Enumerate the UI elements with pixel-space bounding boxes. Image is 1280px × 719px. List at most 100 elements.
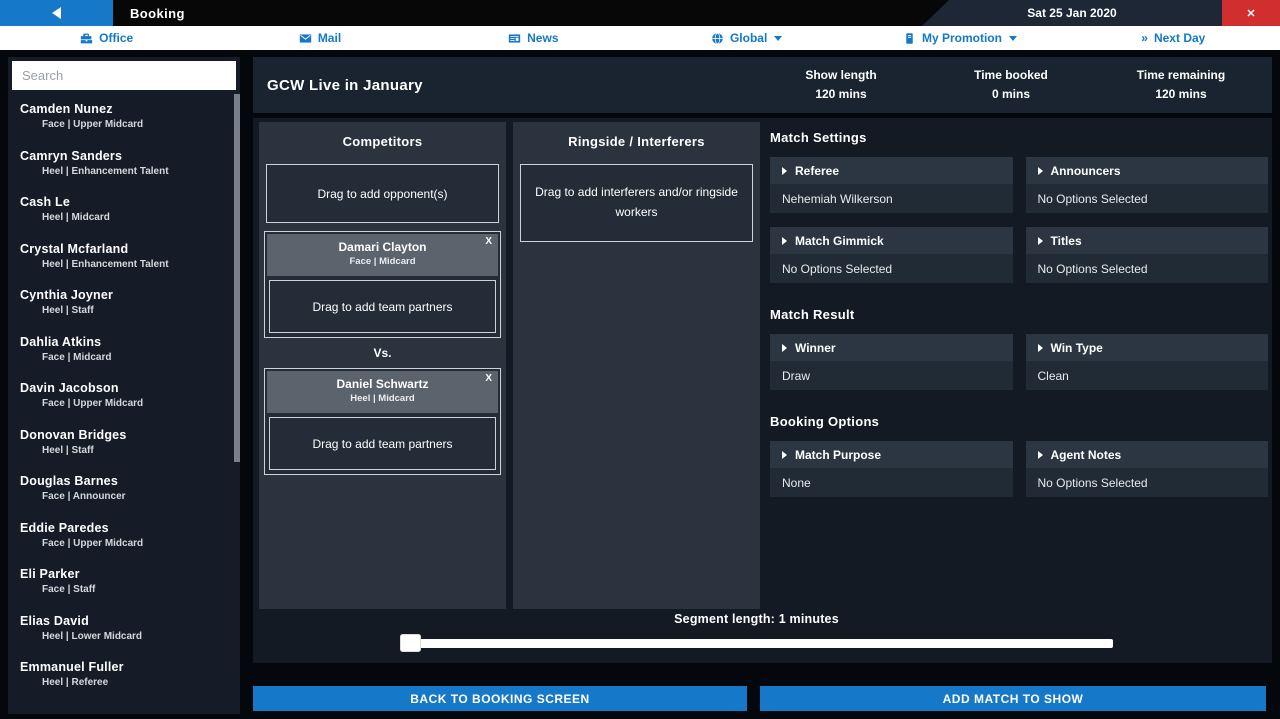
- setting-agent-notes[interactable]: Agent Notes No Options Selected: [1026, 441, 1269, 497]
- setting-label-row: Winner: [770, 334, 1013, 361]
- wrestler-role: Heel | Referee: [20, 677, 240, 688]
- wrestler-role: Heel | Midcard: [20, 212, 240, 223]
- setting-announcers[interactable]: Announcers No Options Selected: [1026, 157, 1269, 213]
- slider-handle[interactable]: [400, 634, 421, 652]
- nav-label: My Promotion: [922, 31, 1002, 45]
- setting-label: Winner: [795, 341, 836, 355]
- wrestler-role: Face | Upper Midcard: [20, 398, 240, 409]
- add-ringside-dropzone[interactable]: Drag to add interferers and/or ringside …: [520, 164, 753, 242]
- nav-item-next-day[interactable]: » Next Day: [1067, 26, 1280, 50]
- match-settings-cards: Referee Nehemiah Wilkerson Announcers No…: [770, 157, 1268, 283]
- show-stat: Time booked 0 mins: [926, 66, 1096, 103]
- setting-winner[interactable]: Winner Draw: [770, 334, 1013, 390]
- wrestler-role: Face | Announcer: [20, 491, 240, 502]
- setting-label-row: Match Gimmick: [770, 227, 1013, 254]
- settings-column: Match Settings Referee Nehemiah Wilkerso…: [770, 118, 1268, 497]
- wrestler-role: Heel | Staff: [20, 445, 240, 456]
- triangle-right-icon: [1038, 344, 1043, 352]
- wrestler-name: Elias David: [20, 614, 240, 628]
- section-title-match-result: Match Result: [770, 307, 1268, 322]
- team-member-card[interactable]: Daniel Schwartz Heel | Midcard X: [267, 371, 498, 413]
- roster-item[interactable]: Eli Parker Face | Staff: [8, 559, 240, 606]
- competitors-panel: Competitors Drag to add opponent(s) Dama…: [259, 122, 506, 609]
- remove-member-button[interactable]: X: [485, 236, 492, 247]
- member-name: Daniel Schwartz: [267, 377, 498, 391]
- setting-match-gimmick[interactable]: Match Gimmick No Options Selected: [770, 227, 1013, 283]
- stat-value: 120 mins: [1096, 85, 1266, 104]
- roster-item[interactable]: Camryn Sanders Heel | Enhancement Talent: [8, 141, 240, 188]
- wrestler-name: Davin Jacobson: [20, 381, 240, 395]
- team-group-2: Daniel Schwartz Heel | Midcard X Drag to…: [264, 368, 501, 475]
- setting-value: Draw: [770, 361, 1013, 390]
- globe-icon: [711, 32, 724, 45]
- search-input[interactable]: [12, 61, 236, 90]
- nav-item-office[interactable]: Office: [0, 26, 213, 50]
- setting-win-type[interactable]: Win Type Clean: [1026, 334, 1269, 390]
- slider-track[interactable]: [400, 639, 1113, 648]
- add-partner-dropzone[interactable]: Drag to add team partners: [269, 417, 496, 470]
- setting-label-row: Match Purpose: [770, 441, 1013, 468]
- sidebar-scrollbar[interactable]: [234, 94, 240, 462]
- add-match-to-show-button[interactable]: ADD MATCH TO SHOW: [760, 686, 1266, 711]
- wrestler-name: Douglas Barnes: [20, 474, 240, 488]
- roster-item[interactable]: Dahlia Atkins Face | Midcard: [8, 327, 240, 374]
- wrestler-role: Heel | Staff: [20, 305, 240, 316]
- roster-item[interactable]: Cash Le Heel | Midcard: [8, 187, 240, 234]
- roster-item[interactable]: Crystal Mcfarland Heel | Enhancement Tal…: [8, 234, 240, 281]
- segment-length-label: Segment length: 1 minutes: [400, 612, 1113, 626]
- back-to-booking-button[interactable]: BACK TO BOOKING SCREEN: [253, 686, 747, 711]
- setting-label: Agent Notes: [1051, 448, 1122, 462]
- titlebar: Booking Sat 25 Jan 2020 ✕: [0, 0, 1280, 26]
- wrestler-role: Face | Upper Midcard: [20, 119, 240, 130]
- wrestler-role: Heel | Enhancement Talent: [20, 259, 240, 270]
- close-button[interactable]: ✕: [1222, 0, 1280, 26]
- setting-value: No Options Selected: [1026, 254, 1269, 283]
- nav-label: Global: [730, 31, 767, 45]
- setting-label-row: Agent Notes: [1026, 441, 1269, 468]
- wrestler-name: Eli Parker: [20, 567, 240, 581]
- team-group-1: Damari Clayton Face | Midcard X Drag to …: [264, 231, 501, 338]
- nav-item-news[interactable]: News: [427, 26, 640, 50]
- roster-item[interactable]: Eddie Paredes Face | Upper Midcard: [8, 513, 240, 560]
- wrestler-role: Face | Upper Midcard: [20, 538, 240, 549]
- wrestler-role: Face | Staff: [20, 584, 240, 595]
- setting-titles[interactable]: Titles No Options Selected: [1026, 227, 1269, 283]
- competitors-header: Competitors: [259, 122, 506, 158]
- nav-item-mail[interactable]: Mail: [213, 26, 426, 50]
- roster-item[interactable]: Cynthia Joyner Heel | Staff: [8, 280, 240, 327]
- setting-referee[interactable]: Referee Nehemiah Wilkerson: [770, 157, 1013, 213]
- add-partner-dropzone[interactable]: Drag to add team partners: [269, 280, 496, 333]
- wrestler-name: Dahlia Atkins: [20, 335, 240, 349]
- wrestler-name: Cynthia Joyner: [20, 288, 240, 302]
- remove-member-button[interactable]: X: [485, 373, 492, 384]
- setting-label: Match Gimmick: [795, 234, 884, 248]
- roster-list: Camden Nunez Face | Upper Midcard Camryn…: [8, 94, 240, 699]
- triangle-right-icon: [1038, 451, 1043, 459]
- roster-item[interactable]: Donovan Bridges Heel | Staff: [8, 420, 240, 467]
- stat-label: Time booked: [926, 66, 1096, 85]
- stat-value: 120 mins: [756, 85, 926, 104]
- member-role: Heel | Midcard: [267, 393, 498, 404]
- chevron-down-icon: [1009, 36, 1017, 41]
- setting-match-purpose[interactable]: Match Purpose None: [770, 441, 1013, 497]
- triangle-right-icon: [782, 167, 787, 175]
- show-stat: Time remaining 120 mins: [1096, 66, 1266, 103]
- team-member-card[interactable]: Damari Clayton Face | Midcard X: [267, 234, 498, 276]
- add-opponents-dropzone[interactable]: Drag to add opponent(s): [266, 164, 499, 223]
- roster-item[interactable]: Davin Jacobson Face | Upper Midcard: [8, 373, 240, 420]
- roster-item[interactable]: Elias David Heel | Lower Midcard: [8, 606, 240, 653]
- roster-item[interactable]: Emmanuel Fuller Heel | Referee: [8, 652, 240, 699]
- nav-item-my-promotion[interactable]: My Promotion: [853, 26, 1066, 50]
- setting-label: Match Purpose: [795, 448, 881, 462]
- setting-label-row: Titles: [1026, 227, 1269, 254]
- wrestler-role: Face | Midcard: [20, 352, 240, 363]
- wrestler-name: Eddie Paredes: [20, 521, 240, 535]
- roster-item[interactable]: Camden Nunez Face | Upper Midcard: [8, 94, 240, 141]
- nav-item-global[interactable]: Global: [640, 26, 853, 50]
- triangle-right-icon: [782, 344, 787, 352]
- roster-item[interactable]: Douglas Barnes Face | Announcer: [8, 466, 240, 513]
- back-button[interactable]: [0, 0, 113, 26]
- segment-length-slider[interactable]: [400, 634, 1113, 652]
- booking-options-cards: Match Purpose None Agent Notes No Option…: [770, 441, 1268, 497]
- page-title: Booking: [130, 0, 185, 26]
